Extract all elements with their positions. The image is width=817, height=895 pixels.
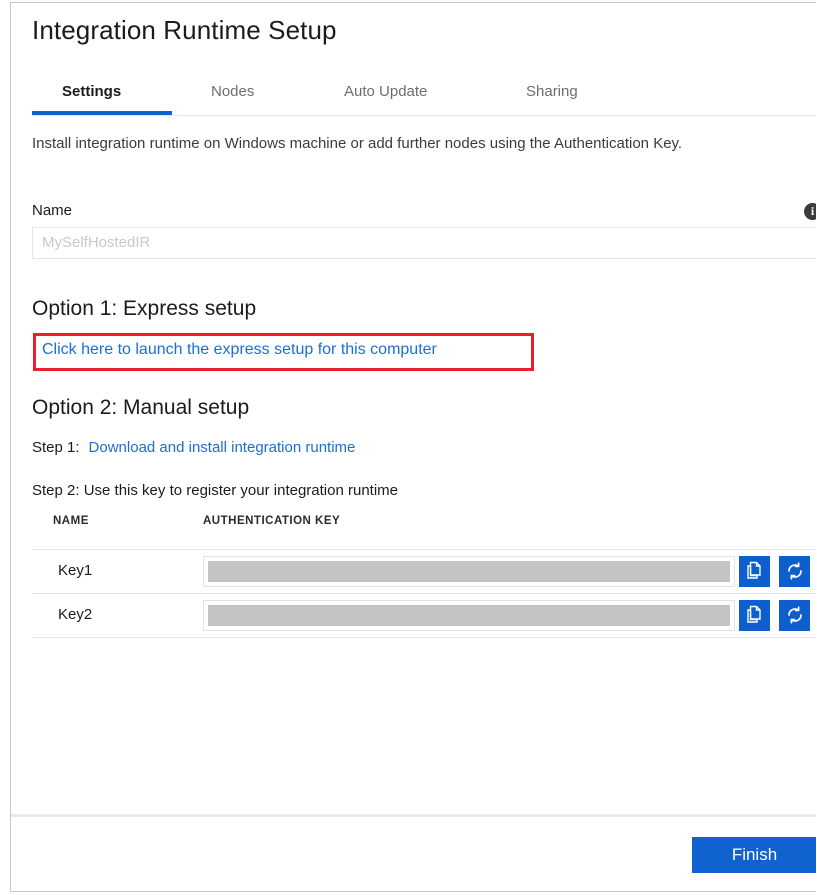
tab-sharing[interactable]: Sharing (526, 83, 578, 100)
key-value-input[interactable] (203, 600, 735, 631)
column-header-authentication-key: AUTHENTICATION KEY (203, 515, 340, 527)
tab-settings[interactable]: Settings (62, 83, 121, 100)
step-1-label: Step 1: (32, 439, 80, 456)
table-row: Key2 (32, 593, 816, 638)
tab-auto-update[interactable]: Auto Update (344, 83, 427, 100)
copy-icon (745, 561, 764, 581)
option1-heading: Option 1: Express setup (32, 297, 256, 321)
table-bottom-divider (32, 637, 816, 638)
key-redaction-bar (208, 605, 730, 626)
copy-key-button[interactable] (739, 556, 770, 587)
footer-divider (11, 814, 816, 817)
tab-bar: Settings Nodes Auto Update Sharing (11, 75, 816, 117)
key-name: Key2 (58, 606, 92, 623)
integration-runtime-setup-dialog: Integration Runtime Setup Settings Nodes… (10, 2, 816, 892)
finish-button[interactable]: Finish (692, 837, 816, 873)
tab-nodes[interactable]: Nodes (211, 83, 254, 100)
express-setup-link[interactable]: Click here to launch the express setup f… (42, 341, 437, 359)
info-icon[interactable]: i (804, 203, 816, 220)
refresh-icon (785, 605, 805, 625)
regenerate-key-button[interactable] (779, 556, 810, 587)
tab-bar-divider (32, 115, 816, 116)
key-value-input[interactable] (203, 556, 735, 587)
key-redaction-bar (208, 561, 730, 582)
copy-key-button[interactable] (739, 600, 770, 631)
name-label: Name (32, 202, 72, 219)
active-tab-indicator (32, 111, 172, 115)
step-2-label: Step 2: Use this key to register your in… (32, 482, 398, 499)
copy-icon (745, 605, 764, 625)
step-1-row: Step 1: Download and install integration … (32, 439, 355, 456)
column-header-name: NAME (53, 515, 89, 527)
page-title: Integration Runtime Setup (32, 15, 337, 46)
option2-heading: Option 2: Manual setup (32, 396, 249, 420)
download-install-link[interactable]: Download and install integration runtime (89, 439, 356, 456)
intro-text: Install integration runtime on Windows m… (32, 131, 732, 156)
name-input[interactable]: MySelfHostedIR (32, 227, 816, 259)
refresh-icon (785, 561, 805, 581)
regenerate-key-button[interactable] (779, 600, 810, 631)
table-row: Key1 (32, 549, 816, 594)
key-name: Key1 (58, 562, 92, 579)
